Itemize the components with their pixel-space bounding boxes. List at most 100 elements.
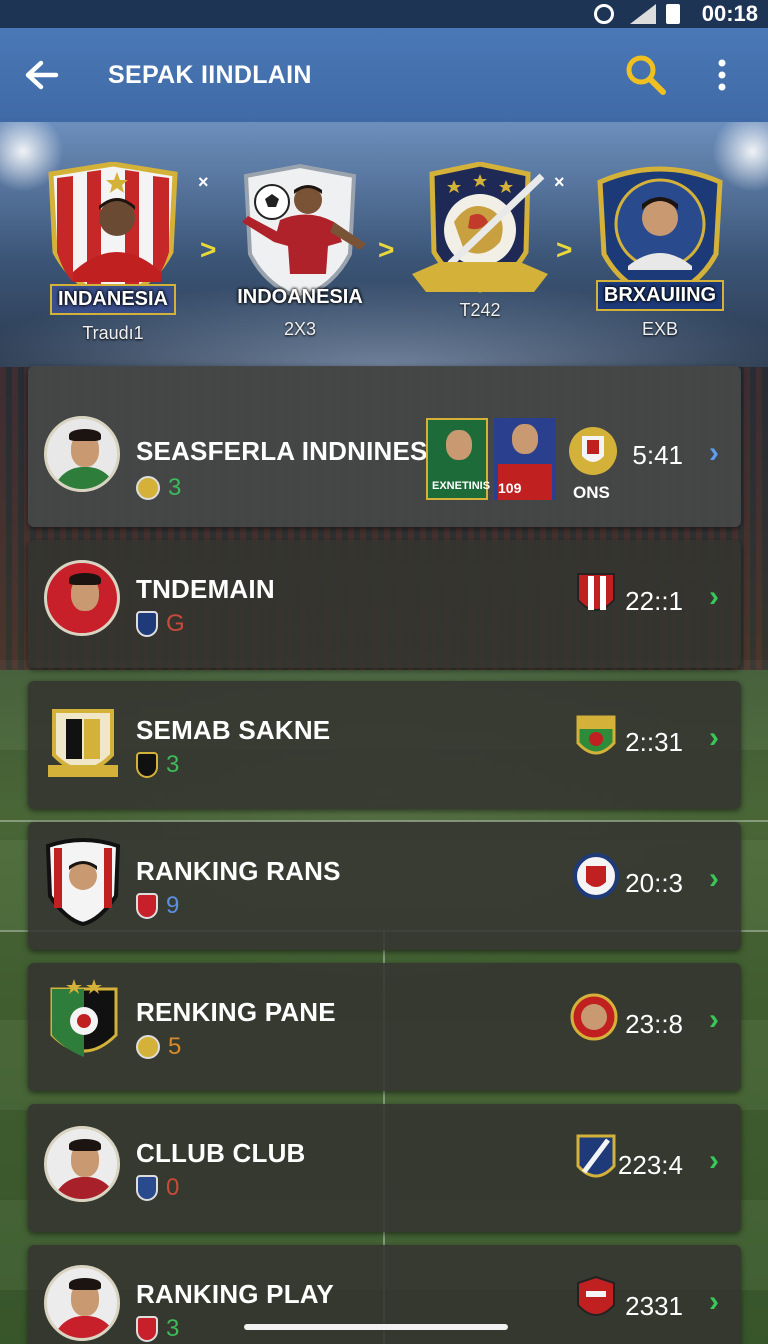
- club-crest: [570, 993, 618, 1041]
- row-title: RENKING PANE: [136, 997, 336, 1027]
- app-title: SEPAK IINDLAIN: [108, 60, 312, 89]
- team-name: INDANESIA: [49, 284, 176, 315]
- chevron-right-icon: ›: [709, 1003, 719, 1036]
- ranking-list: SEASFERLA INDNINES 3 EXNETINIS 109 ONS 5…: [28, 366, 741, 1344]
- more-options-button[interactable]: [694, 47, 750, 103]
- featured-team-3[interactable]: T242: [405, 161, 555, 321]
- more-vertical-icon: [718, 59, 726, 91]
- row-title: SEMAB SAKNE: [136, 715, 331, 745]
- team-sub: 2X3: [283, 319, 317, 339]
- club-crest: [44, 701, 122, 787]
- chevron-right-icon: ›: [709, 1144, 719, 1177]
- row-meta-value: 3: [166, 1315, 180, 1342]
- row-score: 22::1: [625, 586, 683, 616]
- versus-mark: ×: [198, 172, 209, 192]
- versus-mark: ×: [554, 172, 565, 192]
- list-item[interactable]: SEMAB SAKNE 3 2::31 ›: [28, 681, 741, 809]
- row-meta-value: 0: [166, 1174, 180, 1201]
- club-crest: [572, 852, 619, 900]
- status-bar: 00:18: [0, 0, 768, 28]
- row-title: RANKING PLAY: [136, 1279, 334, 1309]
- back-button[interactable]: [12, 45, 72, 105]
- row-meta: 9: [136, 892, 179, 920]
- list-item[interactable]: TNDEMAIN G 22::1 ›: [28, 540, 741, 668]
- team-sub: Traudı1: [82, 323, 144, 343]
- club-crest: [574, 713, 618, 761]
- home-indicator[interactable]: [244, 1324, 508, 1330]
- club-crest: [44, 836, 122, 927]
- row-meta-value: 9: [166, 892, 180, 919]
- avatar: [44, 1265, 120, 1341]
- player-card: 109: [494, 418, 556, 500]
- team-sub: EXB: [641, 319, 679, 339]
- row-meta-value: 3: [166, 751, 180, 778]
- row-title: TNDEMAIN: [136, 574, 275, 604]
- list-item[interactable]: CLLUB CLUB 0 223:4 ›: [28, 1104, 741, 1232]
- avatar: [44, 560, 120, 636]
- coin-icon: [136, 1035, 160, 1059]
- signal-icon: [629, 4, 656, 24]
- status-time: 00:18: [701, 1, 758, 26]
- arrow-icon: >: [556, 234, 573, 265]
- shield-icon: [136, 893, 158, 919]
- team-crest: [410, 161, 550, 302]
- club-crest: [566, 424, 617, 475]
- row-meta: 3: [136, 751, 179, 779]
- back-arrow-icon: [25, 60, 59, 90]
- avatar: [44, 416, 120, 492]
- team-crest: [230, 162, 370, 302]
- avatar: [44, 1126, 120, 1202]
- club-label: ONS: [573, 483, 610, 502]
- battery-icon: [665, 4, 688, 24]
- shield-icon: [136, 752, 158, 778]
- row-score: 223:4: [617, 1150, 683, 1180]
- row-score: 2331: [625, 1291, 683, 1321]
- chevron-right-icon: ›: [709, 436, 719, 469]
- list-item[interactable]: RANKING RANS 9 20::3 ›: [28, 822, 741, 950]
- row-title: CLLUB CLUB: [136, 1138, 306, 1168]
- arrow-icon: >: [200, 234, 217, 265]
- row-meta: 0: [136, 1174, 179, 1202]
- shield-icon: [136, 1175, 158, 1201]
- row-meta-value: 3: [168, 474, 182, 501]
- team-name: BRXAUIING: [595, 280, 725, 311]
- coin-icon: [136, 476, 160, 500]
- team-crest: [43, 161, 183, 303]
- app-bar: SEPAK IINDLAIN: [0, 28, 768, 122]
- search-button[interactable]: [618, 47, 674, 103]
- row-meta: 5: [136, 1033, 181, 1061]
- chevron-right-icon: ›: [709, 721, 719, 754]
- row-meta: 3: [136, 1315, 179, 1343]
- featured-team-4[interactable]: BRXAUIING EXB: [585, 162, 735, 340]
- row-meta-value: 5: [168, 1033, 182, 1060]
- player-card-number: 109: [498, 480, 522, 496]
- player-card-label: EXNETINIS: [432, 480, 491, 492]
- list-item[interactable]: SEASFERLA INDNINES 3 EXNETINIS 109 ONS 5…: [28, 366, 741, 527]
- wifi-icon: [593, 4, 616, 24]
- row-score: 23::8: [625, 1009, 683, 1039]
- row-meta: 3: [136, 474, 181, 502]
- club-crest: [574, 1132, 618, 1180]
- row-score: 5:41: [632, 440, 683, 470]
- team-name: INDOANESIA: [237, 286, 363, 308]
- featured-matches-banner: INDANESIA Traudı1 × > INDOANESIA 2X3 > T…: [0, 122, 768, 367]
- player-card: EXNETINIS: [426, 418, 491, 500]
- featured-team-1[interactable]: INDANESIA Traudı1: [38, 161, 188, 344]
- shield-icon: [136, 1316, 158, 1342]
- chevron-right-icon: ›: [709, 1285, 719, 1318]
- club-crest: [574, 1275, 618, 1323]
- list-item[interactable]: RENKING PANE 5 23::8 ›: [28, 963, 741, 1091]
- row-score: 2::31: [625, 727, 683, 757]
- arrow-icon: >: [378, 234, 395, 265]
- club-crest: [574, 570, 618, 618]
- row-score: 20::3: [625, 868, 683, 898]
- shield-icon: [136, 611, 158, 637]
- row-title: SEASFERLA INDNINES: [136, 436, 428, 466]
- row-title: RANKING RANS: [136, 856, 341, 886]
- featured-team-2[interactable]: INDOANESIA 2X3: [225, 162, 375, 340]
- club-crest: [44, 977, 122, 1063]
- row-meta: G: [136, 610, 185, 638]
- chevron-right-icon: ›: [709, 580, 719, 613]
- row-meta-value: G: [166, 610, 185, 637]
- chevron-right-icon: ›: [709, 862, 719, 895]
